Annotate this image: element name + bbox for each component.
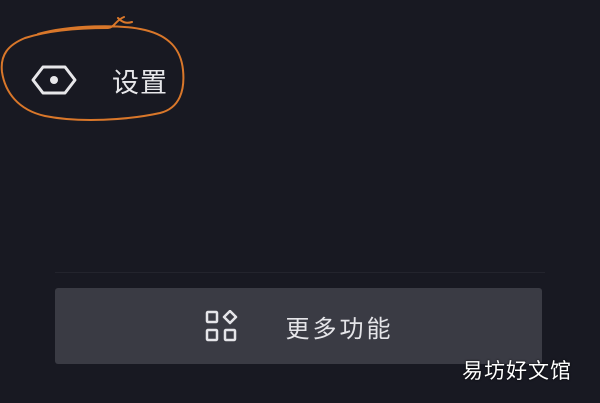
settings-menu-screen: 设置 更多功能 易坊好文馆 bbox=[0, 0, 600, 403]
settings-item[interactable]: 设置 bbox=[30, 52, 200, 108]
watermark-text: 易坊好文馆 bbox=[462, 359, 572, 383]
section-divider bbox=[55, 272, 545, 273]
settings-hexagon-icon bbox=[30, 63, 78, 97]
apps-grid-icon bbox=[204, 309, 248, 343]
settings-label: 设置 bbox=[112, 67, 168, 99]
more-features-label: 更多功能 bbox=[285, 314, 394, 343]
more-features-button[interactable]: 更多功能 bbox=[55, 288, 542, 364]
